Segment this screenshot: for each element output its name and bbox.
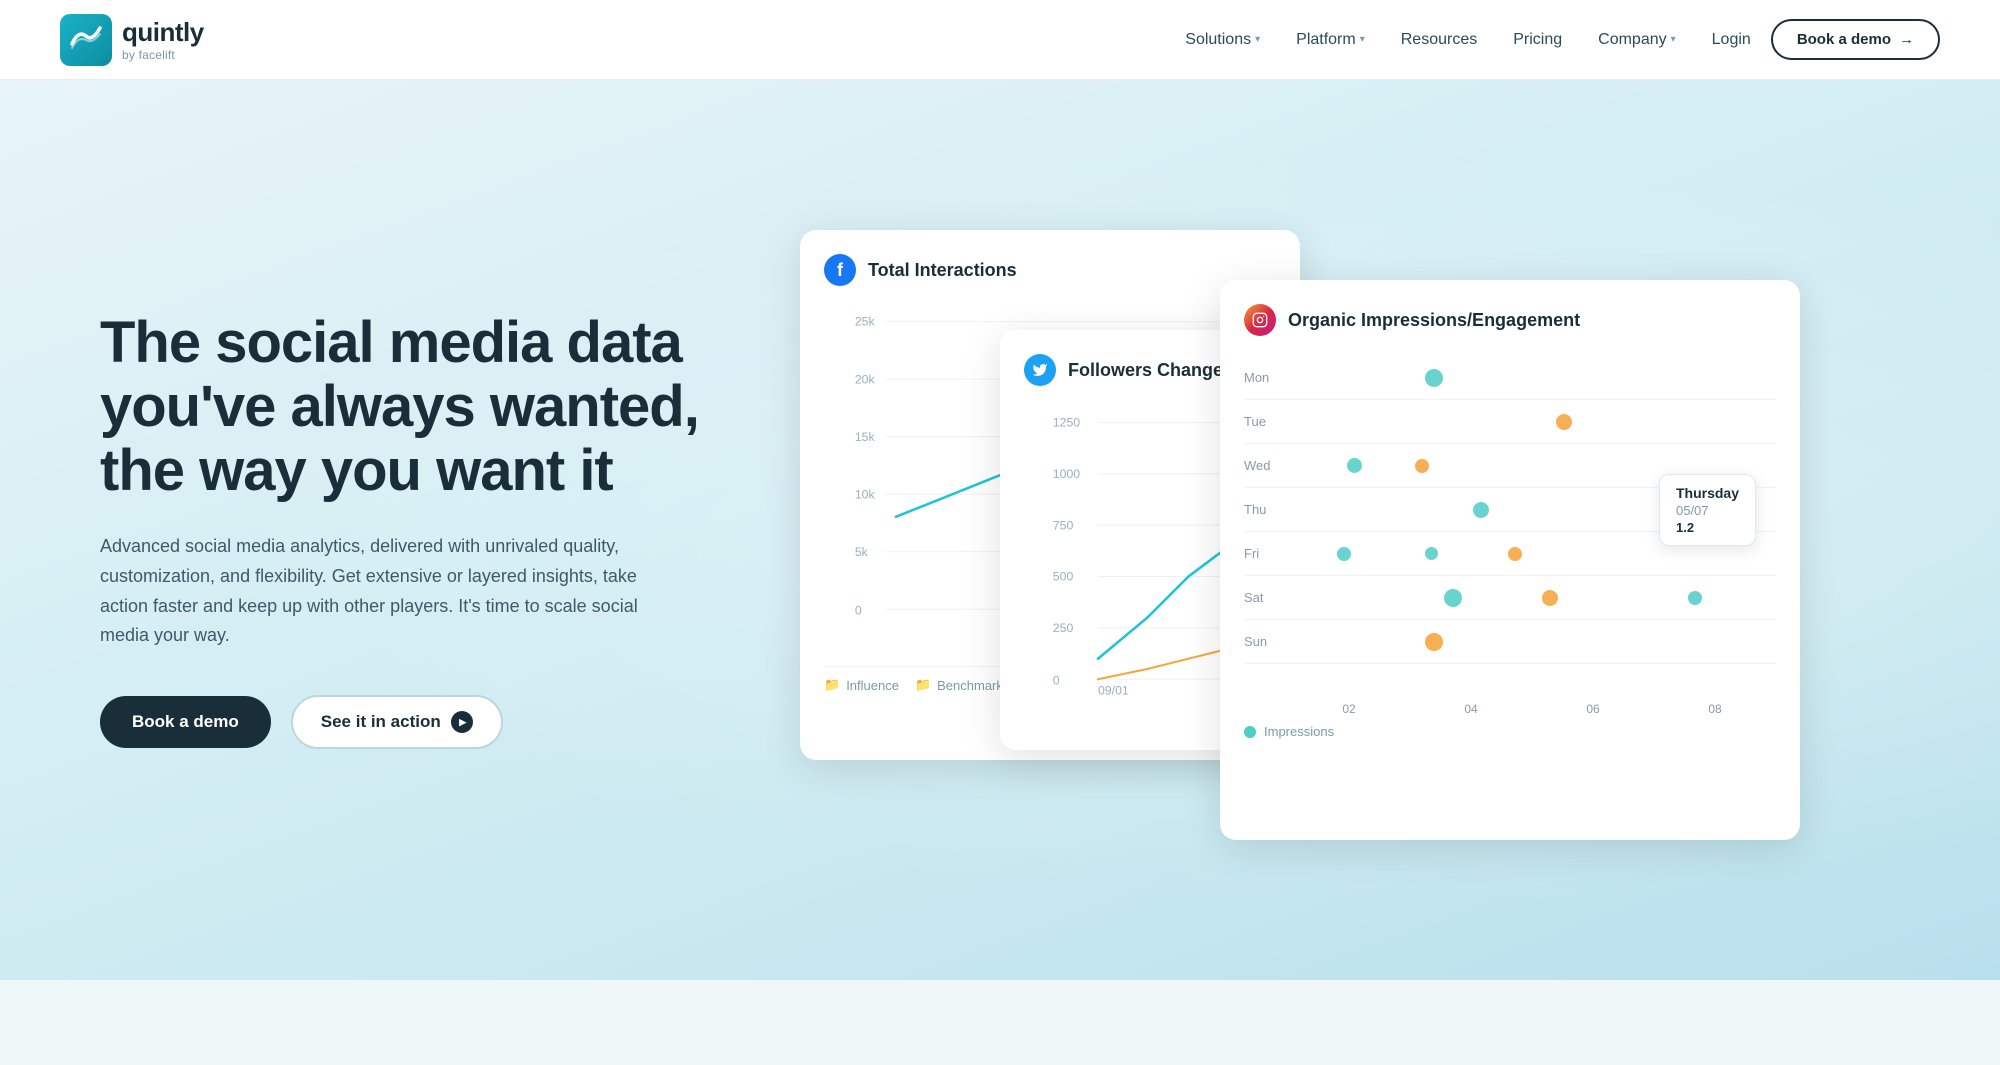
hero-content: The social media data you've always want… — [100, 311, 800, 749]
logo[interactable]: quintly by facelift — [60, 14, 204, 66]
arrow-icon: → — [1899, 31, 1914, 48]
dot — [1415, 459, 1429, 473]
dot — [1508, 547, 1522, 561]
svg-text:20k: 20k — [855, 372, 876, 386]
nav-resources[interactable]: Resources — [1401, 31, 1477, 49]
book-demo-button[interactable]: Book a demo → — [1771, 19, 1940, 60]
svg-text:750: 750 — [1053, 518, 1074, 532]
dot — [1556, 414, 1572, 430]
panel-header: f Total Interactions — [824, 254, 1276, 286]
dot — [1425, 369, 1443, 387]
instagram-icon — [1244, 304, 1276, 336]
hero-buttons: Book a demo See it in action — [100, 695, 740, 749]
logo-text: quintly by facelift — [122, 17, 204, 62]
scatter-row-thu: Thu Thursday 05/07 1.2 — [1244, 488, 1776, 532]
nav-links: Solutions ▾ Platform ▾ Resources Pricing… — [1185, 31, 1675, 49]
svg-text:0: 0 — [1053, 673, 1060, 687]
svg-text:1000: 1000 — [1053, 467, 1081, 481]
hero-description: Advanced social media analytics, deliver… — [100, 532, 640, 651]
chevron-icon: ▾ — [1360, 34, 1365, 45]
svg-text:15k: 15k — [855, 430, 876, 444]
scatter-row-mon: Mon — [1244, 356, 1776, 400]
dot — [1542, 590, 1558, 606]
folder-icon: 📁 — [824, 677, 840, 693]
twitter-icon — [1024, 354, 1056, 386]
panel-header: Organic Impressions/Engagement — [1244, 304, 1776, 336]
scatter-dots — [1288, 356, 1776, 399]
chevron-icon: ▾ — [1671, 34, 1676, 45]
dot — [1425, 547, 1438, 560]
tooltip: Thursday 05/07 1.2 — [1659, 474, 1756, 546]
scatter-row-tue: Tue — [1244, 400, 1776, 444]
navigation: quintly by facelift Solutions ▾ Platform… — [0, 0, 2000, 80]
panel-title: Total Interactions — [868, 260, 1017, 281]
svg-text:09/01: 09/01 — [1098, 684, 1129, 698]
svg-text:250: 250 — [1053, 621, 1074, 635]
legend-dot — [1244, 726, 1256, 738]
hero-title: The social media data you've always want… — [100, 311, 740, 502]
footer-influence: 📁 Influence — [824, 677, 899, 693]
hero-book-demo-button[interactable]: Book a demo — [100, 696, 271, 748]
login-link[interactable]: Login — [1712, 31, 1751, 49]
play-icon — [451, 711, 473, 733]
folder-icon: 📁 — [915, 677, 931, 693]
footer-benchmark: 📁 Benchmark — [915, 677, 1003, 693]
dot — [1688, 591, 1702, 605]
nav-solutions[interactable]: Solutions ▾ — [1185, 31, 1260, 49]
nav-platform[interactable]: Platform ▾ — [1296, 31, 1365, 49]
svg-text:1250: 1250 — [1053, 416, 1081, 430]
nav-pricing[interactable]: Pricing — [1513, 31, 1562, 49]
hero-dashboard: f Total Interactions 25k 20k 15k 10k 5k … — [800, 230, 1940, 830]
svg-text:5k: 5k — [855, 545, 869, 559]
scatter-dots — [1288, 576, 1776, 619]
x-axis: 02 04 06 08 — [1244, 696, 1776, 716]
organic-impressions-panel: Organic Impressions/Engagement Mon Tue — [1220, 280, 1800, 840]
panel-title: Organic Impressions/Engagement — [1288, 310, 1580, 331]
dot — [1425, 633, 1443, 651]
scatter-dots — [1288, 620, 1776, 663]
logo-icon — [60, 14, 112, 66]
dot — [1347, 458, 1362, 473]
dot — [1337, 547, 1351, 561]
facebook-icon: f — [824, 254, 856, 286]
dot — [1444, 589, 1462, 607]
chevron-icon: ▾ — [1255, 34, 1260, 45]
scatter-chart: Mon Tue Wed — [1244, 356, 1776, 696]
nav-company[interactable]: Company ▾ — [1598, 31, 1676, 49]
hero-see-action-button[interactable]: See it in action — [291, 695, 503, 749]
svg-text:500: 500 — [1053, 570, 1074, 584]
scatter-row-sat: Sat — [1244, 576, 1776, 620]
scatter-row-sun: Sun — [1244, 620, 1776, 664]
impressions-legend: Impressions — [1244, 716, 1776, 739]
hero-section: The social media data you've always want… — [0, 80, 2000, 980]
svg-text:10k: 10k — [855, 487, 876, 501]
svg-text:25k: 25k — [855, 315, 876, 329]
dot — [1473, 502, 1489, 518]
svg-text:0: 0 — [855, 603, 862, 617]
scatter-dots — [1288, 400, 1776, 443]
